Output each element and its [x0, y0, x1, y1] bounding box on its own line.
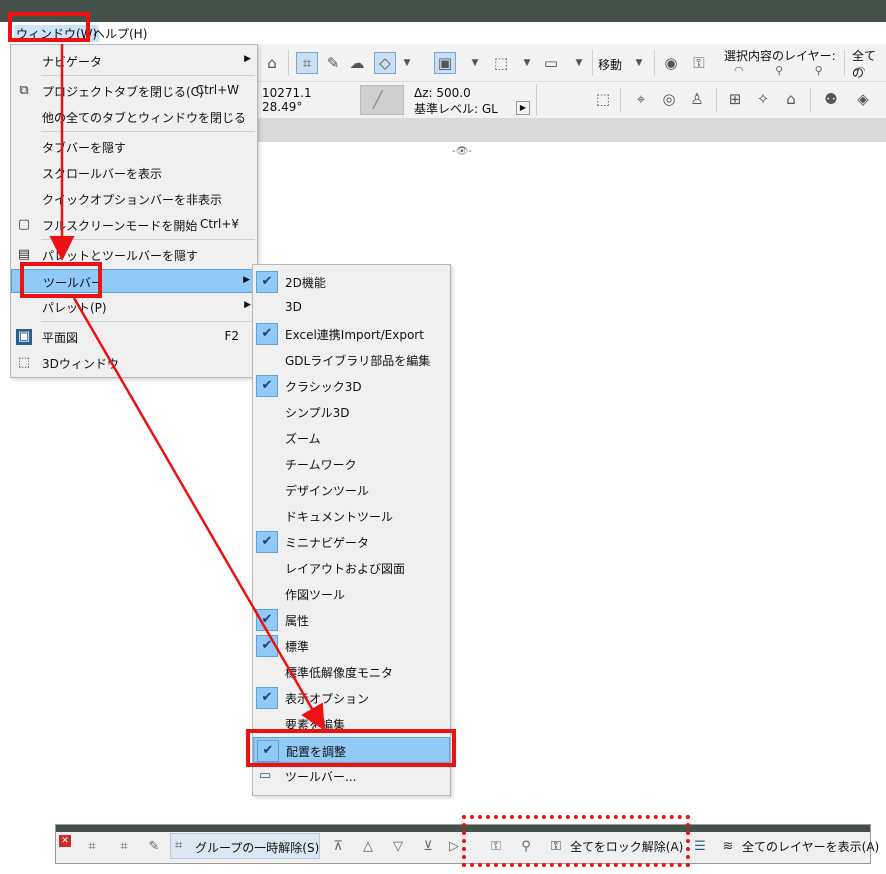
annotation-arrow-diagonal: [72, 297, 325, 731]
group-icon[interactable]: ⌗: [82, 837, 102, 857]
bring-to-front-icon[interactable]: ⊼: [328, 837, 348, 857]
send-to-back-icon[interactable]: ⊻: [418, 837, 438, 857]
show-all-layers-button[interactable]: 全てのレイヤーを表示(A): [742, 838, 879, 855]
suspend-icon[interactable]: ✎: [144, 837, 164, 857]
ungroup-icon[interactable]: ⌗: [114, 837, 134, 857]
annotation-highlight-lock-buttons: [462, 815, 690, 867]
reset-order-icon[interactable]: ▷: [444, 837, 464, 857]
annotation-arrows: [49, 44, 325, 731]
layers-icon[interactable]: ☰: [690, 837, 710, 857]
group-suspend-icon: ⌗: [175, 838, 183, 853]
close-icon[interactable]: ✕: [59, 835, 71, 847]
bring-forward-icon[interactable]: △: [358, 837, 378, 857]
show-layers-icon[interactable]: ≋: [718, 837, 738, 857]
send-backward-icon[interactable]: ▽: [388, 837, 408, 857]
suspend-groups-button[interactable]: ⌗ グループの一時解除(S): [170, 833, 320, 859]
suspend-groups-label: グループの一時解除(S): [195, 841, 320, 855]
